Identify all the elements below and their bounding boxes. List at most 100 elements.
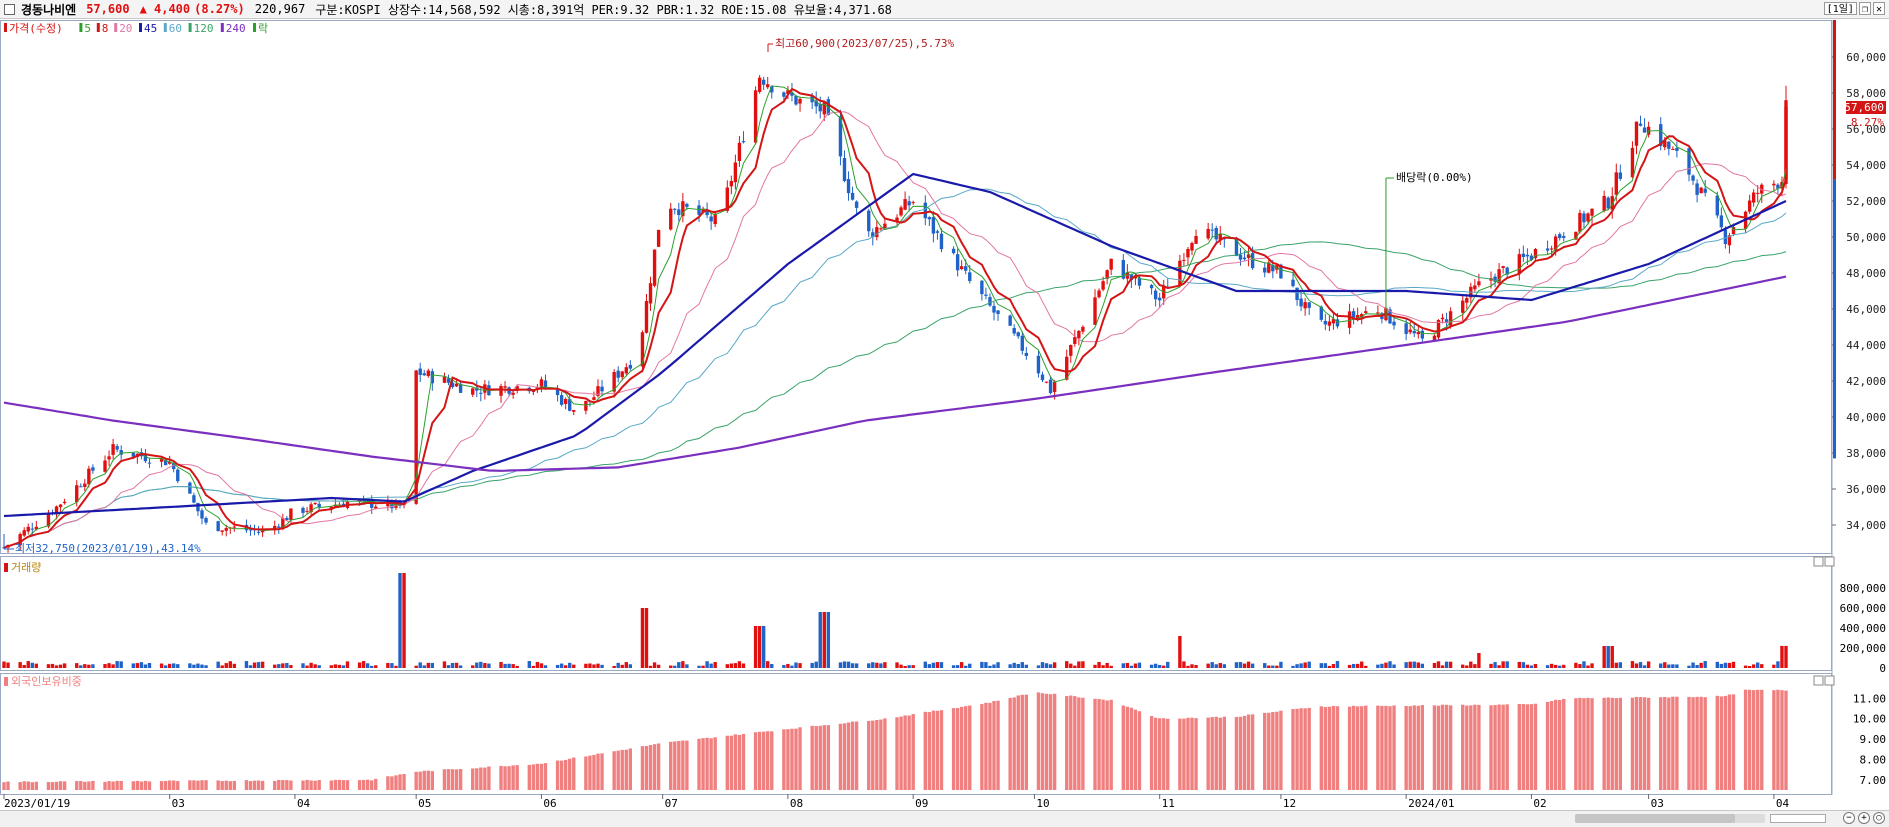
foreign-bar: [1275, 711, 1279, 790]
volume-bar: [1246, 661, 1251, 668]
foreign-bar: [277, 779, 281, 790]
date-tick-label: 11: [1162, 797, 1175, 810]
volume-bar: [677, 662, 681, 668]
candle-body: [1073, 337, 1077, 344]
foreign-bar: [681, 740, 685, 790]
candle-body: [1097, 290, 1101, 298]
candle-body: [644, 300, 649, 333]
foreign-bar: [1699, 696, 1703, 790]
volume-bar: [188, 663, 192, 668]
volume-bar: [1307, 661, 1311, 668]
foreign-bar: [1586, 697, 1590, 790]
foreign-bar: [1727, 694, 1732, 790]
volume-bar: [26, 661, 30, 668]
high-label: 최고60,900(2023/07/25),5.73%: [775, 37, 955, 50]
candle-body: [1291, 279, 1295, 287]
volume-bar: [1162, 665, 1166, 668]
foreign-bar: [790, 728, 794, 790]
volume-bar: [705, 661, 709, 668]
foreign-bar: [1473, 704, 1477, 790]
candle-body: [1614, 172, 1618, 195]
volume-bar: [1614, 662, 1618, 668]
foreign-bar: [1780, 690, 1784, 790]
candle-body: [1618, 172, 1623, 179]
foreign-bar: [232, 780, 237, 790]
foreign-bar: [883, 718, 887, 790]
candle-body: [761, 79, 766, 85]
volume-bar: [172, 663, 176, 668]
legend-swatch: [163, 23, 167, 32]
volume-bar: [1012, 662, 1016, 668]
stock-chart[interactable]: 34,000 36,000 38,000 40,000 42,000 44,000 46,0…: [0, 0, 1889, 810]
foreign-bar: [1081, 697, 1085, 790]
foreign-bar: [58, 781, 63, 790]
foreign-bar: [1323, 707, 1328, 790]
volume-bar: [1610, 646, 1614, 668]
price-tick-label: 40,000: [1846, 411, 1886, 424]
zoom-slider[interactable]: [1770, 814, 1826, 823]
candle-body: [22, 530, 26, 536]
candle-body: [107, 456, 111, 460]
volume-bar: [1505, 661, 1509, 668]
foreign-bar: [620, 749, 624, 790]
foreign-bar: [370, 780, 374, 790]
candle-body: [955, 254, 960, 271]
volume-bar: [317, 665, 321, 668]
date-tick-label: 12: [1283, 797, 1296, 810]
horizontal-scrollbar[interactable]: − + ○: [0, 810, 1889, 827]
foreign-bar: [685, 740, 689, 790]
foreign-bar: [446, 769, 451, 790]
ma60-line: [3, 188, 1787, 549]
foreign-bar: [677, 740, 681, 790]
volume-bar: [1590, 663, 1594, 668]
candle-body: [1517, 254, 1521, 274]
scroll-track[interactable]: [1575, 814, 1765, 823]
volume-bar: [1206, 663, 1210, 668]
price-tick-label: 34,000: [1846, 519, 1886, 532]
volume-bar: [867, 663, 871, 668]
foreign-bar: [1493, 705, 1497, 790]
zoom-in-icon[interactable]: +: [1858, 812, 1870, 824]
scroll-thumb[interactable]: [1575, 814, 1735, 823]
foreign-bar: [244, 780, 249, 790]
date-tick-label: 03: [172, 797, 185, 810]
foreign-bar: [935, 710, 940, 790]
volume-bar: [600, 664, 604, 668]
foreign-bar: [1101, 699, 1105, 790]
ma45-line: [3, 172, 1787, 518]
volume-bar: [1545, 665, 1550, 668]
foreign-bar: [1687, 696, 1691, 790]
zoom-out-icon[interactable]: −: [1843, 812, 1855, 824]
foreign-bar: [959, 706, 964, 790]
foreign-bar: [1048, 694, 1053, 790]
volume-bar: [1052, 662, 1057, 668]
foreign-bar: [1444, 704, 1449, 790]
volume-bar: [1586, 665, 1590, 668]
volume-bar: [1553, 664, 1558, 668]
volume-bar: [927, 664, 932, 668]
foreign-bar: [1206, 717, 1210, 790]
foreign-bar: [18, 782, 22, 790]
foreign-bar: [1182, 718, 1186, 790]
candle-body: [923, 202, 927, 219]
candle-body: [964, 266, 968, 271]
foreign-bar: [79, 780, 83, 790]
foreign-bar: [984, 702, 988, 790]
foreign-bar: [471, 768, 475, 790]
volume-bar: [1671, 664, 1675, 668]
volume-bar: [846, 661, 851, 668]
volume-bar: [341, 665, 346, 668]
volume-bar: [984, 662, 988, 668]
foreign-bar: [204, 780, 208, 790]
volume-bar: [842, 661, 847, 668]
foreign-bar: [761, 731, 766, 790]
legend-label: 120: [194, 22, 214, 35]
zoom-reset-icon[interactable]: ○: [1873, 812, 1885, 824]
foreign-bar: [309, 780, 313, 790]
foreign-bar: [1246, 714, 1251, 790]
candle-body: [1376, 312, 1380, 314]
volume-bar: [329, 665, 333, 668]
grid-lines: [0, 20, 1833, 795]
foreign-bar: [1558, 700, 1562, 790]
foreign-bar: [1747, 689, 1752, 790]
